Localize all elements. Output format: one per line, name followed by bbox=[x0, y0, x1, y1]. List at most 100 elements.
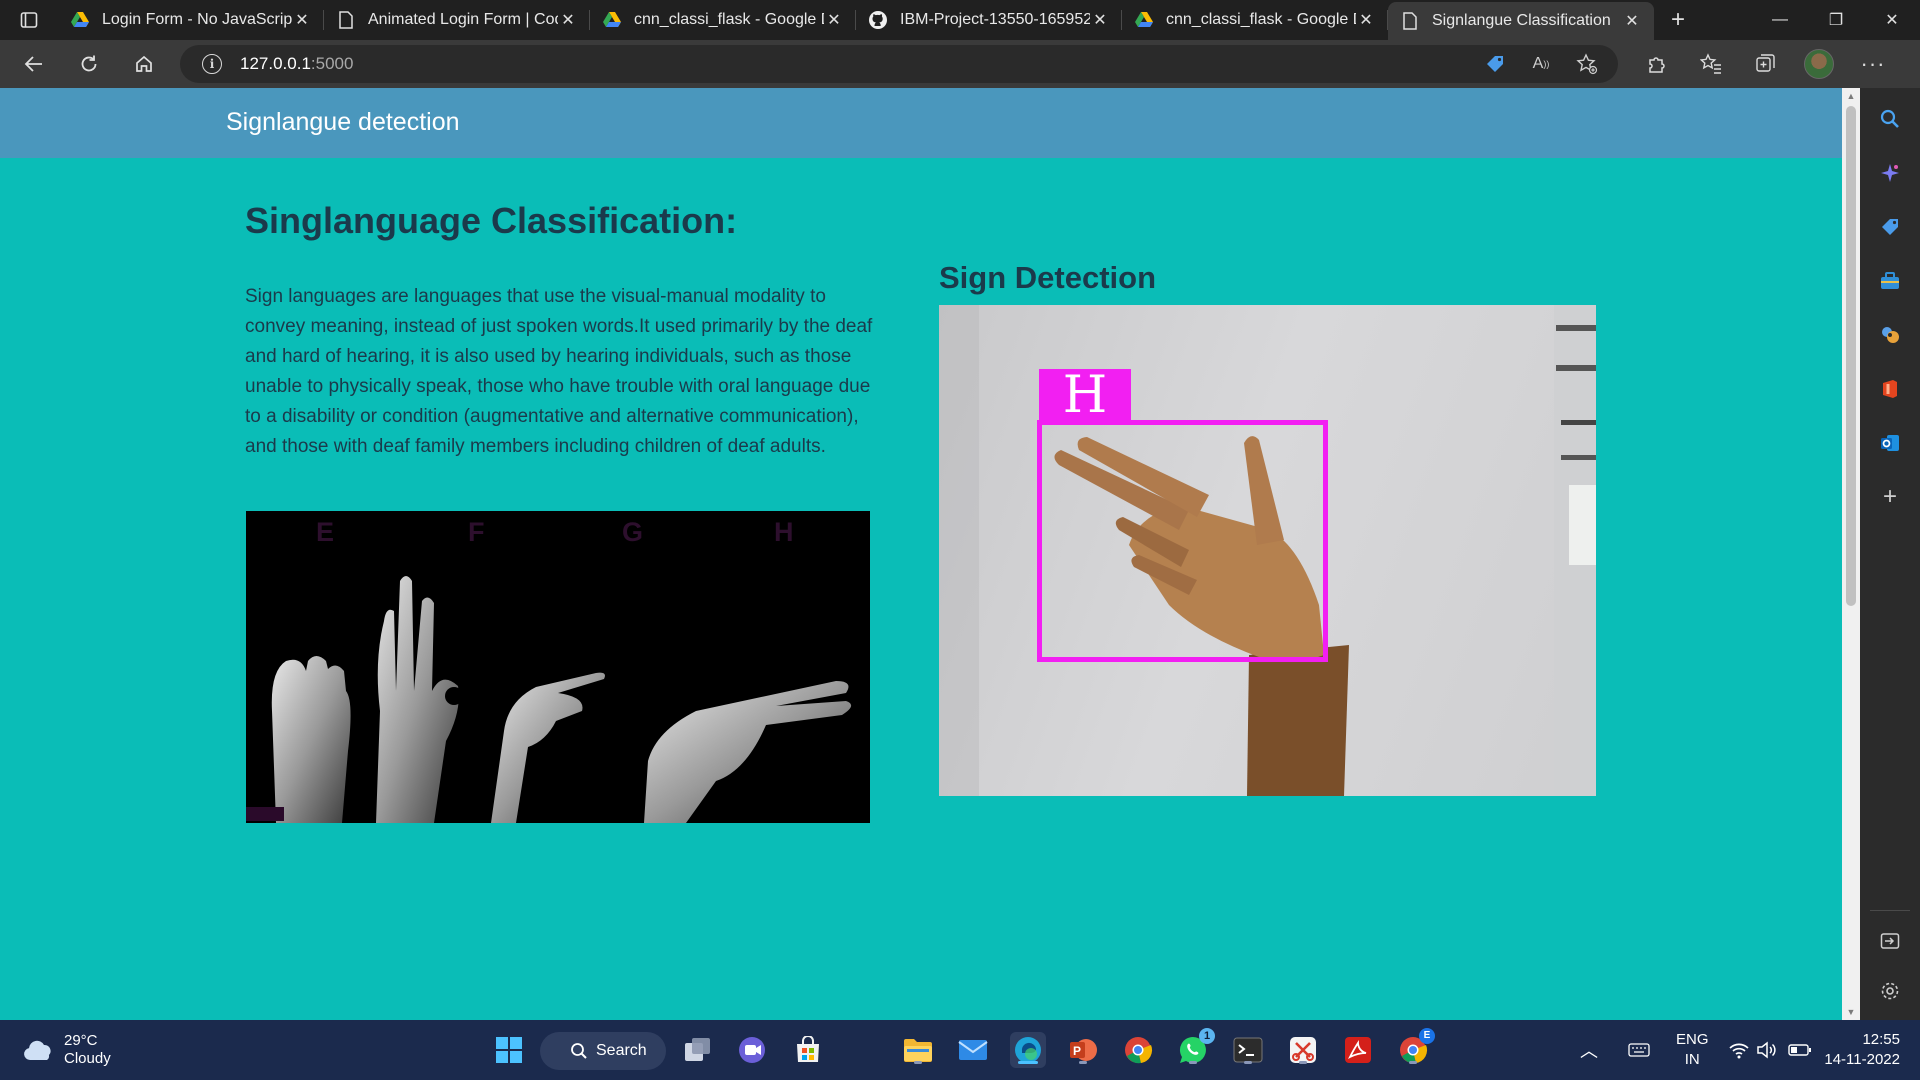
hand-signs-illustration bbox=[246, 576, 852, 823]
battery-icon bbox=[1788, 1044, 1811, 1056]
tab-title: cnn_classi_flask - Google Dr bbox=[1166, 11, 1356, 28]
mail-button[interactable] bbox=[955, 1032, 991, 1068]
scrollbar-thumb[interactable] bbox=[1846, 106, 1856, 606]
page-scrollbar[interactable]: ▲ ▼ bbox=[1842, 88, 1860, 1020]
refresh-button[interactable] bbox=[65, 44, 113, 84]
sidebar-settings-icon[interactable] bbox=[1875, 976, 1905, 1006]
weather-widget[interactable]: 29°C Cloudy bbox=[22, 1032, 111, 1068]
running-indicator bbox=[1409, 1061, 1417, 1064]
more-menu-button[interactable]: ··· bbox=[1846, 44, 1900, 84]
powerpoint-icon: P bbox=[1070, 1039, 1097, 1061]
tab-login-form[interactable]: Login Form - No JavaScript ✕ bbox=[58, 0, 324, 40]
sidebar-outlook-icon[interactable] bbox=[1875, 428, 1905, 458]
close-tab-icon[interactable]: ✕ bbox=[1622, 11, 1642, 31]
system-clock[interactable]: 12:55 14-11-2022 bbox=[1824, 1030, 1900, 1070]
puzzle-icon bbox=[1649, 57, 1665, 73]
weather-condition: Cloudy bbox=[64, 1050, 111, 1067]
info-icon[interactable]: i bbox=[202, 54, 222, 74]
sign-alphabet-image: E F G H bbox=[246, 511, 870, 823]
site-brand[interactable]: Signlangue detection bbox=[226, 108, 460, 137]
page-icon bbox=[1400, 11, 1420, 31]
sidebar-office-icon[interactable] bbox=[1875, 374, 1905, 404]
close-tab-icon[interactable]: ✕ bbox=[292, 10, 312, 30]
battery-button[interactable] bbox=[1788, 1020, 1812, 1080]
network-button[interactable] bbox=[1728, 1020, 1750, 1080]
page-viewport: Signlangue detection Singlanguage Classi… bbox=[0, 88, 1842, 1020]
chrome-profile-button[interactable]: E bbox=[1395, 1028, 1435, 1068]
running-indicator bbox=[1299, 1061, 1307, 1064]
minimize-button[interactable]: — bbox=[1752, 0, 1808, 40]
new-tab-button[interactable]: + bbox=[1654, 0, 1702, 40]
browser-toolbar: i 127.0.0.1:5000 A)) ··· bbox=[0, 40, 1920, 88]
scroll-up-arrow-icon[interactable]: ▲ bbox=[1842, 88, 1860, 104]
windows-logo-icon bbox=[496, 1037, 522, 1063]
sidebar-shopping-icon[interactable] bbox=[1875, 212, 1905, 242]
notification-badge: 1 bbox=[1199, 1028, 1215, 1044]
clock-date: 14-11-2022 bbox=[1824, 1051, 1900, 1068]
snipping-icon bbox=[1290, 1037, 1316, 1063]
keyboard-button[interactable] bbox=[1628, 1020, 1650, 1080]
toolbar-right: ··· bbox=[1630, 44, 1900, 84]
whatsapp-button[interactable]: 1 bbox=[1175, 1028, 1215, 1068]
running-indicator bbox=[1244, 1061, 1252, 1064]
sidebar-search-icon[interactable] bbox=[1875, 104, 1905, 134]
favorites-button[interactable] bbox=[1684, 44, 1738, 84]
sidebar-tools-icon[interactable] bbox=[1875, 266, 1905, 296]
home-icon bbox=[136, 55, 152, 72]
scroll-down-arrow-icon[interactable]: ▼ bbox=[1842, 1004, 1860, 1020]
taskbar-search[interactable]: Search bbox=[540, 1032, 666, 1070]
restore-button[interactable]: ❐ bbox=[1808, 0, 1864, 40]
powerpoint-button[interactable]: P bbox=[1065, 1032, 1101, 1068]
plus-icon: + bbox=[1670, 6, 1685, 33]
close-tab-icon[interactable]: ✕ bbox=[1090, 10, 1110, 30]
sign-detection-heading: Sign Detection bbox=[939, 260, 1157, 295]
extensions-button[interactable] bbox=[1630, 44, 1684, 84]
sidebar-discover-icon[interactable] bbox=[1875, 158, 1905, 188]
snipping-tool-button[interactable] bbox=[1285, 1032, 1321, 1068]
home-button[interactable] bbox=[120, 44, 168, 84]
tab-cnn-classi-flask-2[interactable]: cnn_classi_flask - Google Dr ✕ bbox=[1122, 0, 1388, 40]
tab-actions-button[interactable] bbox=[0, 0, 58, 40]
task-view-button[interactable] bbox=[680, 1032, 716, 1068]
profile-badge: E bbox=[1419, 1028, 1435, 1044]
shopping-tag-icon[interactable] bbox=[1482, 51, 1508, 77]
collections-button[interactable] bbox=[1738, 44, 1792, 84]
terminal-button[interactable] bbox=[1230, 1032, 1266, 1068]
back-button[interactable] bbox=[10, 44, 58, 84]
close-window-button[interactable]: ✕ bbox=[1864, 0, 1920, 40]
speaker-icon bbox=[1757, 1041, 1776, 1059]
url-text[interactable]: 127.0.0.1:5000 bbox=[240, 54, 353, 74]
tab-title: IBM-Project-13550-165952( bbox=[900, 11, 1090, 28]
edge-sidebar: + bbox=[1860, 88, 1920, 1020]
volume-button[interactable] bbox=[1756, 1020, 1778, 1080]
sidebar-games-icon[interactable] bbox=[1875, 320, 1905, 350]
add-favorite-icon[interactable] bbox=[1574, 51, 1600, 77]
read-aloud-icon[interactable]: A)) bbox=[1528, 51, 1554, 77]
tab-signlangue-classification[interactable]: Signlangue Classification ✕ bbox=[1388, 2, 1654, 40]
region-code: IN bbox=[1684, 1051, 1700, 1068]
active-indicator bbox=[1018, 1061, 1038, 1064]
tab-title: Signlangue Classification bbox=[1432, 12, 1611, 29]
search-label: Search bbox=[596, 1042, 647, 1059]
profile-button[interactable] bbox=[1792, 44, 1846, 84]
teams-chat-button[interactable] bbox=[735, 1032, 771, 1068]
close-tab-icon[interactable]: ✕ bbox=[558, 10, 578, 30]
tab-ibm-project[interactable]: IBM-Project-13550-165952( ✕ bbox=[856, 0, 1122, 40]
tray-overflow-button[interactable]: ︿ bbox=[1580, 1020, 1598, 1080]
language-indicator[interactable]: ENG IN bbox=[1676, 1030, 1709, 1070]
search-icon bbox=[571, 1043, 587, 1059]
close-tab-icon[interactable]: ✕ bbox=[824, 10, 844, 30]
sidebar-add-icon[interactable]: + bbox=[1875, 482, 1905, 512]
sidebar-hide-icon[interactable] bbox=[1875, 926, 1905, 956]
microsoft-store-button[interactable] bbox=[790, 1032, 826, 1068]
tab-animated-login-form[interactable]: Animated Login Form | Cod ✕ bbox=[324, 0, 590, 40]
address-bar[interactable]: i 127.0.0.1:5000 A)) bbox=[180, 45, 1618, 83]
acrobat-button[interactable] bbox=[1340, 1032, 1376, 1068]
close-tab-icon[interactable]: ✕ bbox=[1356, 10, 1376, 30]
chrome-icon bbox=[1125, 1037, 1153, 1064]
tab-cnn-classi-flask-1[interactable]: cnn_classi_flask - Google Dr ✕ bbox=[590, 0, 856, 40]
file-explorer-button[interactable] bbox=[900, 1032, 936, 1068]
chrome-button[interactable] bbox=[1120, 1032, 1156, 1068]
start-button[interactable] bbox=[491, 1032, 527, 1068]
edge-button[interactable] bbox=[1010, 1032, 1046, 1068]
